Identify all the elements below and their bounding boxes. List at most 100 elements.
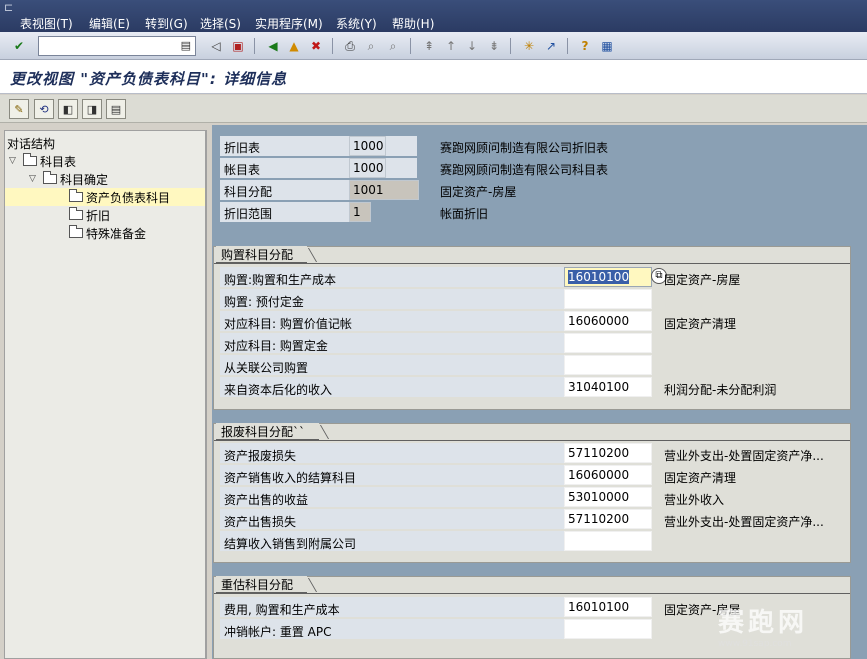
display-change-icon[interactable]: ✎ — [9, 99, 29, 119]
chart-of-accounts-desc: 赛跑网顾问制造有限公司科目表 — [440, 163, 609, 177]
next-page-icon[interactable]: ↓ — [463, 37, 481, 55]
create-session-icon[interactable]: ✳ — [520, 37, 538, 55]
shortcut-icon[interactable]: ↗ — [542, 37, 560, 55]
watermark-text: 赛跑网 — [718, 608, 809, 638]
reval-expense-field[interactable]: 16010100 — [564, 597, 652, 617]
previous-entry-icon[interactable]: ◧ — [58, 99, 78, 119]
retirement-loss-label: 资产报废损失 — [224, 449, 297, 463]
capitalization-revenue-label: 来自资本后化的收入 — [224, 383, 333, 397]
affiliate-sale-clearing-field[interactable] — [564, 531, 652, 551]
sale-loss-label: 资产出售损失 — [224, 515, 297, 529]
sale-clearing-label: 资产销售收入的结算科目 — [224, 471, 357, 485]
menu-select[interactable]: 选择(S) — [200, 15, 241, 32]
print-icon[interactable]: ⎙ — [341, 37, 359, 55]
open-folder-icon — [69, 189, 83, 202]
folder-icon — [23, 153, 37, 166]
toolbar-separator — [332, 38, 333, 54]
expand-triangle-icon[interactable]: ▽ — [9, 156, 23, 166]
sale-gain-desc: 营业外收入 — [664, 493, 725, 507]
collapse-left-icon[interactable]: ◁ — [207, 37, 225, 55]
menu-help[interactable]: 帮助(H) — [392, 15, 434, 32]
application-toolbar: ✎ ⟲ ◧ ◨ ▤ — [0, 95, 867, 123]
acq-production-cost-field[interactable]: 16010100 — [564, 267, 652, 287]
tree-node-label: 特殊准备金 — [86, 226, 147, 241]
menu-system[interactable]: 系统(Y) — [336, 15, 377, 32]
account-assignment-desc: 固定资产-房屋 — [440, 185, 517, 199]
tree-node-special-reserves[interactable]: 特殊准备金 — [69, 224, 146, 242]
selected-value: 16010100 — [568, 270, 630, 284]
retirement-group-title: 报废科目分配`` — [216, 423, 320, 440]
down-payment-label: 购置: 预付定金 — [224, 295, 304, 309]
toolbar-separator — [254, 38, 255, 54]
folder-icon — [43, 171, 57, 184]
watermark-logo: 赛跑网 www.91sap.com — [718, 602, 864, 654]
sap-window-icon[interactable]: ⊏ — [4, 1, 13, 14]
toolbar-separator — [567, 38, 568, 54]
affiliate-sale-clearing-label: 结算收入销售到附属公司 — [224, 537, 357, 551]
acquisition-group-title: 购置科目分配 — [216, 246, 308, 263]
retirement-loss-field[interactable]: 57110200 — [564, 443, 652, 463]
offset-acq-value-desc: 固定资产清理 — [664, 317, 737, 331]
other-entry-icon[interactable]: ⟲ — [34, 99, 54, 119]
command-history-icon[interactable]: ▤ — [181, 39, 191, 52]
menu-goto[interactable]: 转到(G) — [145, 15, 188, 32]
account-assignment-field: 1001 — [349, 180, 419, 200]
down-payment-field[interactable] — [564, 289, 652, 309]
back-icon[interactable]: ◀ — [264, 37, 282, 55]
first-page-icon[interactable]: ⇞ — [420, 37, 438, 55]
menu-table-view[interactable]: 表视图(T) — [20, 15, 73, 32]
folder-icon — [69, 225, 83, 238]
delimit-icon[interactable]: ▤ — [106, 99, 126, 119]
reval-expense-label: 费用, 购置和生产成本 — [224, 603, 340, 617]
retirement-loss-desc: 营业外支出-处置固定资产净... — [664, 449, 824, 463]
find-icon[interactable]: ⌕ — [362, 37, 380, 55]
tree-node-chart-of-accounts[interactable]: ▽ 科目表 — [9, 152, 76, 170]
acq-production-cost-label: 购置:购置和生产成本 — [224, 273, 337, 287]
cancel-icon[interactable]: ✖ — [307, 37, 325, 55]
offset-down-payment-field[interactable] — [564, 333, 652, 353]
affiliate-acq-label: 从关联公司购置 — [224, 361, 309, 375]
sale-clearing-desc: 固定资产清理 — [664, 471, 737, 485]
help-icon[interactable]: ? — [576, 37, 594, 55]
sale-loss-field[interactable]: 57110200 — [564, 509, 652, 529]
offset-replacement-apc-field[interactable] — [564, 619, 652, 639]
capitalization-revenue-field[interactable]: 31040100 — [564, 377, 652, 397]
offset-acq-value-field[interactable]: 16060000 — [564, 311, 652, 331]
acq-production-cost-desc: 固定资产-房屋 — [664, 273, 741, 287]
sale-gain-label: 资产出售的收益 — [224, 493, 309, 507]
expand-triangle-icon[interactable]: ▽ — [29, 174, 43, 184]
enter-check-icon[interactable]: ✔ — [10, 37, 28, 55]
previous-page-icon[interactable]: ↑ — [442, 37, 460, 55]
sale-gain-field[interactable]: 53010000 — [564, 487, 652, 507]
find-next-icon[interactable]: ⌕ — [384, 37, 402, 55]
dialog-structure-header: 对话结构 — [7, 137, 56, 151]
toolbar-separator — [410, 38, 411, 54]
tree-node-account-determination[interactable]: ▽ 科目确定 — [29, 170, 108, 188]
tree-node-depreciation[interactable]: 折旧 — [69, 206, 110, 224]
chart-of-accounts-label: 帐目表 — [224, 163, 261, 177]
watermark-url: www.91sap.com — [718, 639, 792, 649]
next-entry-icon[interactable]: ◨ — [82, 99, 102, 119]
group-divider — [214, 263, 850, 264]
group-divider — [214, 440, 850, 441]
page-title: 更改视图 "资产负债表科目": 详细信息 — [10, 70, 288, 88]
exit-icon[interactable]: ▲ — [285, 37, 303, 55]
menu-bar: ⊏ 表视图(T) 编辑(E) 转到(G) 选择(S) 实用程序(M) 系统(Y)… — [0, 0, 867, 32]
depreciation-chart-label: 折旧表 — [224, 141, 261, 155]
affiliate-acq-field[interactable] — [564, 355, 652, 375]
last-page-icon[interactable]: ⇟ — [485, 37, 503, 55]
revaluation-group-title: 重估科目分配 — [216, 576, 308, 593]
dialog-structure-panel: 对话结构 ▽ 科目表 ▽ 科目确定 资产负债表科目 折旧 特殊准备金 — [4, 130, 206, 659]
menu-utilities[interactable]: 实用程序(M) — [255, 15, 323, 32]
tree-node-label: 折旧 — [86, 208, 111, 223]
save-icon[interactable]: ▣ — [229, 37, 247, 55]
command-field[interactable]: ▤ — [38, 36, 196, 56]
depreciation-chart-field: 1000 — [349, 136, 386, 156]
group-divider — [214, 593, 850, 594]
offset-down-payment-label: 对应科目: 购置定金 — [224, 339, 328, 353]
layout-menu-icon[interactable]: ▦ — [598, 37, 616, 55]
standard-toolbar: ✔ ▤ ◁ ▣ ◀ ▲ ✖ ⎙ ⌕ ⌕ ⇞ ↑ ↓ ⇟ ✳ ↗ ? ▦ — [0, 32, 867, 60]
menu-edit[interactable]: 编辑(E) — [89, 15, 130, 32]
tree-node-balance-sheet-accounts[interactable]: 资产负债表科目 — [5, 188, 205, 206]
sale-clearing-field[interactable]: 16060000 — [564, 465, 652, 485]
